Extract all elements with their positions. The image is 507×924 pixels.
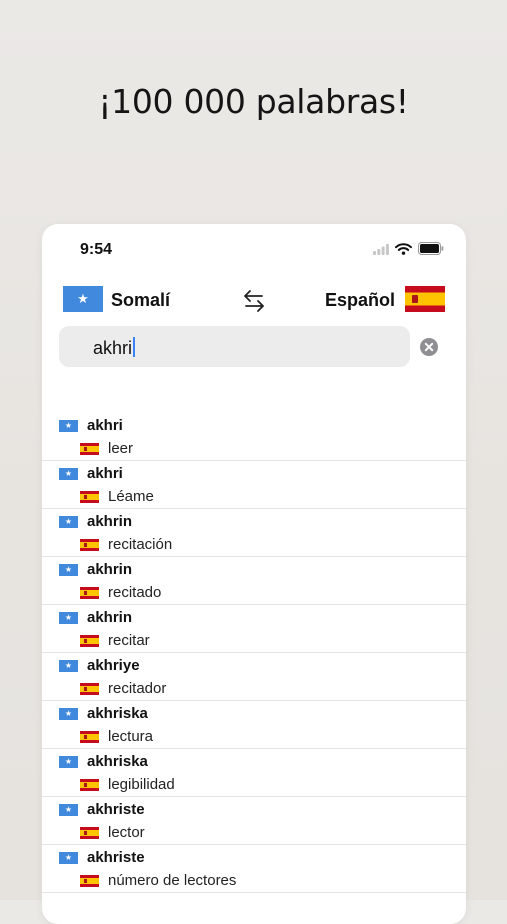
translation: recitar bbox=[108, 632, 150, 649]
somalia-flag-icon: ★ bbox=[59, 563, 78, 576]
source-word: akhriska bbox=[87, 705, 148, 722]
list-item[interactable]: ★ akhriste lector bbox=[42, 797, 466, 845]
status-icons bbox=[373, 242, 444, 255]
source-word: akhrin bbox=[87, 609, 133, 626]
results-list: ★ akhri leer ★ akhri Léame ★ akhrin recitac… bbox=[42, 413, 466, 893]
translation: número de lectores bbox=[108, 872, 237, 889]
list-item[interactable]: ★ akhri Léame bbox=[42, 461, 466, 509]
list-item[interactable]: ★ akhrin recitado bbox=[42, 557, 466, 605]
translation: lectura bbox=[108, 728, 154, 745]
text-caret bbox=[133, 337, 136, 357]
translation: legibilidad bbox=[108, 776, 175, 793]
source-word: akhrin bbox=[87, 561, 133, 578]
translation: recitado bbox=[108, 584, 162, 601]
translation: lector bbox=[108, 824, 145, 841]
list-item[interactable]: ★ akhriye recitador bbox=[42, 653, 466, 701]
somalia-flag-icon: ★ bbox=[59, 755, 78, 768]
somalia-flag-icon[interactable]: ★ bbox=[63, 286, 103, 312]
spain-flag-icon bbox=[80, 682, 99, 695]
source-word: akhri bbox=[87, 417, 123, 434]
somalia-flag-icon: ★ bbox=[59, 851, 78, 864]
wifi-icon bbox=[395, 242, 412, 255]
source-word: akhriste bbox=[87, 849, 145, 866]
list-item[interactable]: ★ akhrin recitación bbox=[42, 509, 466, 557]
swap-languages-icon[interactable] bbox=[242, 288, 266, 314]
source-word: akhriste bbox=[87, 801, 145, 818]
somalia-flag-icon: ★ bbox=[59, 515, 78, 528]
translation: leer bbox=[108, 440, 134, 457]
translation: recitador bbox=[108, 680, 167, 697]
spain-flag-icon bbox=[80, 538, 99, 551]
list-item[interactable]: ★ akhriska legibilidad bbox=[42, 749, 466, 797]
source-word: akhrin bbox=[87, 513, 133, 530]
source-word: akhriye bbox=[87, 657, 140, 674]
somalia-flag-icon: ★ bbox=[59, 803, 78, 816]
search-input[interactable]: akhri bbox=[59, 326, 410, 367]
spain-flag-icon bbox=[80, 778, 99, 791]
battery-icon bbox=[418, 242, 444, 255]
somalia-flag-icon: ★ bbox=[59, 467, 78, 480]
somalia-flag-icon: ★ bbox=[59, 659, 78, 672]
translation: Léame bbox=[108, 488, 154, 505]
source-word: akhri bbox=[87, 465, 123, 482]
source-language-label[interactable]: Somalí bbox=[111, 290, 170, 311]
status-bar: 9:54 bbox=[42, 224, 466, 276]
status-time: 9:54 bbox=[80, 241, 113, 258]
signal-icon bbox=[373, 243, 389, 255]
spain-flag-icon bbox=[80, 490, 99, 503]
spain-flag-icon bbox=[80, 826, 99, 839]
somalia-flag-icon: ★ bbox=[59, 611, 78, 624]
somalia-flag-icon: ★ bbox=[59, 419, 78, 432]
language-bar: ★ Somalí Español bbox=[42, 284, 466, 318]
spain-flag-icon bbox=[80, 634, 99, 647]
headline: ¡100 000 palabras! bbox=[98, 82, 409, 121]
target-language-label[interactable]: Español bbox=[325, 290, 395, 311]
spain-flag-icon[interactable] bbox=[405, 286, 445, 312]
spain-flag-icon bbox=[80, 730, 99, 743]
source-word: akhriska bbox=[87, 753, 148, 770]
spain-flag-icon bbox=[80, 442, 99, 455]
spain-flag-icon bbox=[80, 586, 99, 599]
list-item[interactable]: ★ akhri leer bbox=[42, 413, 466, 461]
list-item[interactable]: ★ akhrin recitar bbox=[42, 605, 466, 653]
phone-screen: 9:54 ★ Somalí Español akhri ★ akhri leer… bbox=[42, 224, 466, 924]
list-item[interactable]: ★ akhriste número de lectores bbox=[42, 845, 466, 893]
list-item[interactable]: ★ akhriska lectura bbox=[42, 701, 466, 749]
clear-search-icon[interactable] bbox=[420, 338, 438, 356]
somalia-flag-icon: ★ bbox=[59, 707, 78, 720]
spain-flag-icon bbox=[80, 874, 99, 887]
translation: recitación bbox=[108, 536, 173, 553]
search-input-value[interactable]: akhri bbox=[93, 337, 136, 359]
